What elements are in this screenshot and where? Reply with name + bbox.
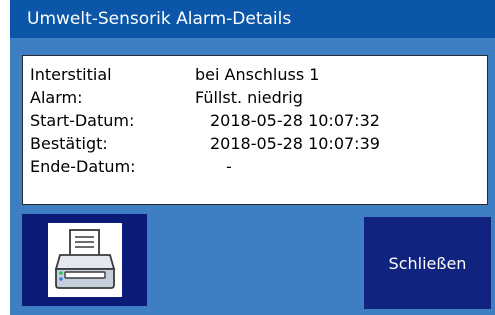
detail-value: 2018-05-28 10:07:32 xyxy=(210,111,380,130)
close-button[interactable]: Schließen xyxy=(364,217,491,309)
detail-value: 2018-05-28 10:07:39 xyxy=(210,134,380,153)
detail-label: Ende-Datum: xyxy=(30,157,136,176)
alarm-details-window: Umwelt-Sensorik Alarm-Details Interstiti… xyxy=(10,0,495,315)
detail-label: Bestätigt: xyxy=(30,134,108,153)
window-title: Umwelt-Sensorik Alarm-Details xyxy=(10,0,495,38)
detail-value: bei Anschluss 1 xyxy=(195,65,320,84)
printer-icon xyxy=(48,223,122,297)
detail-label: Alarm: xyxy=(30,88,83,107)
details-panel: Interstitial bei Anschluss 1 Alarm: Füll… xyxy=(22,55,488,205)
print-button[interactable] xyxy=(22,214,147,306)
detail-label: Start-Datum: xyxy=(30,111,135,130)
detail-label: Interstitial xyxy=(30,65,112,84)
detail-value: - xyxy=(226,157,232,176)
detail-value: Füllst. niedrig xyxy=(195,88,303,107)
